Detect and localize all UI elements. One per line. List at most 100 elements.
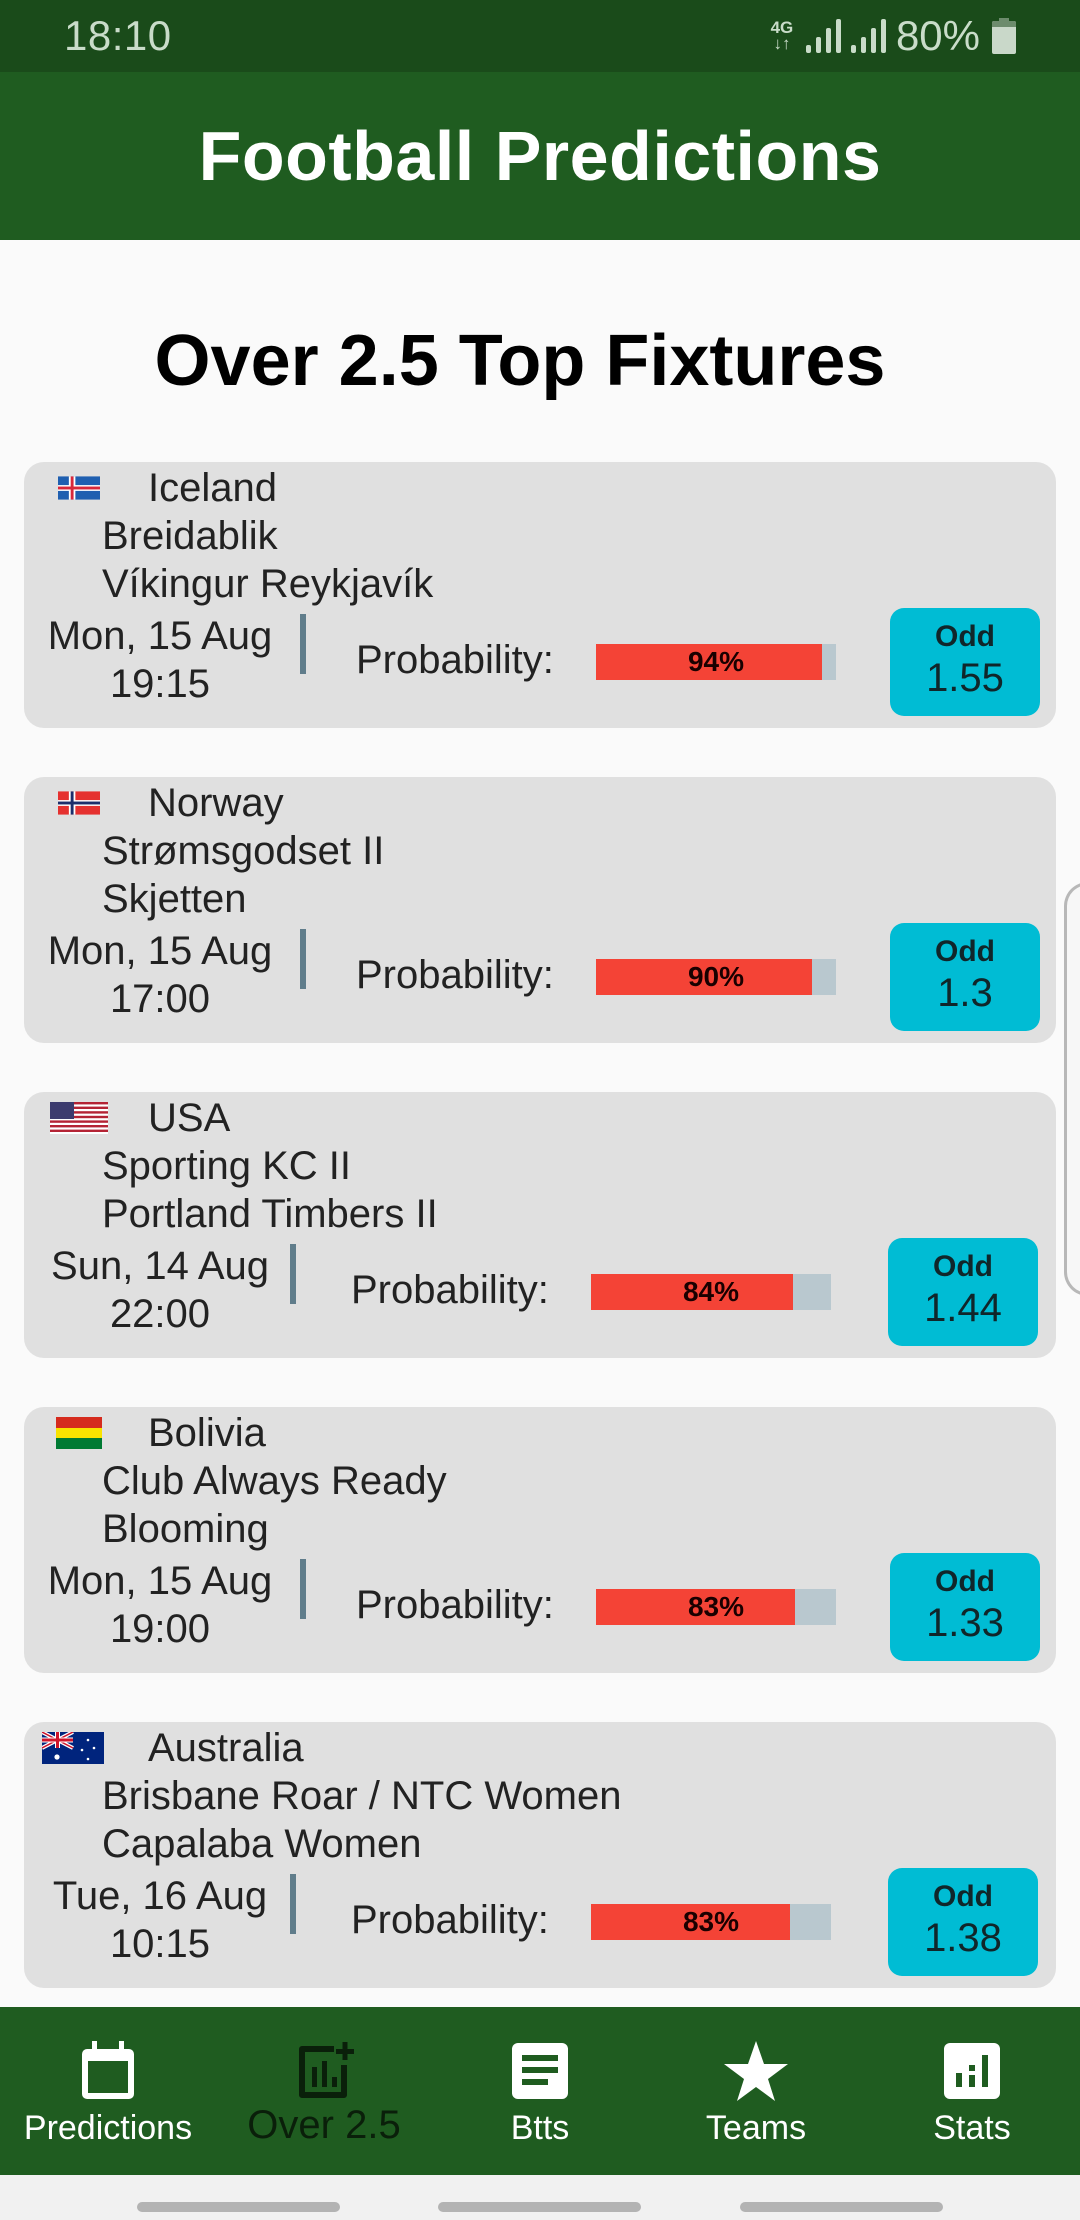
- probability-label: Probability:: [351, 1898, 549, 1942]
- signal-icon: [850, 19, 886, 53]
- fixture-time: 17:00: [109, 977, 211, 1021]
- vertical-divider: [300, 1559, 306, 1619]
- nav-label: Teams: [705, 2109, 807, 2147]
- fixture-country: Australia: [148, 1726, 304, 1770]
- probability-bar: 94%: [596, 644, 836, 680]
- odd-value: 1.55: [926, 656, 1004, 700]
- odd-value: 1.44: [924, 1286, 1002, 1330]
- status-bar: 18:10 4G ↓↑ 80%: [0, 0, 1080, 72]
- fixture-date: Sun, 14 Aug: [51, 1244, 269, 1288]
- fixture-card[interactable]: USA Sporting KC II Portland Timbers II Sun,…: [24, 1092, 1056, 1358]
- usa-flag: [50, 1102, 108, 1134]
- home-team: Breidablik: [102, 514, 278, 558]
- vertical-divider: [300, 614, 306, 674]
- probability-bar: 83%: [596, 1589, 836, 1625]
- vertical-divider: [290, 1874, 296, 1934]
- fixture-time: 22:00: [109, 1292, 211, 1336]
- fixture-card[interactable]: Iceland Breidablik Víkingur Reykjavík Mon, …: [24, 462, 1056, 728]
- odd-box[interactable]: Odd 1.3: [890, 923, 1040, 1031]
- probability-label: Probability:: [356, 638, 554, 682]
- fixture-datetime: Mon, 15 Aug 17:00: [40, 927, 280, 1023]
- battery-icon: [992, 18, 1016, 54]
- fixture-country: Iceland: [148, 466, 277, 510]
- probability-value: 83%: [682, 1906, 740, 1937]
- australia-flag: [42, 1732, 108, 1764]
- fixture-datetime: Tue, 16 Aug 10:15: [40, 1872, 280, 1968]
- bar-chart-icon: [944, 2043, 1000, 2099]
- probability-bar: 83%: [591, 1904, 831, 1940]
- nav-label: Btts: [510, 2109, 570, 2147]
- nav-item-teams[interactable]: Teams: [648, 2007, 864, 2175]
- nav-label: Over 2.5: [247, 2103, 401, 2147]
- app-title: Football Predictions: [198, 117, 882, 195]
- odd-label: Odd: [935, 1565, 995, 1598]
- page-heading: Over 2.5 Top Fixtures: [154, 321, 886, 401]
- probability-label: Probability:: [356, 1583, 554, 1627]
- odd-label: Odd: [935, 935, 995, 968]
- fixture-date: Tue, 16 Aug: [52, 1874, 268, 1918]
- star-icon: [724, 2041, 788, 2101]
- fixture-card[interactable]: Australia Brisbane Roar / NTC Women Capala…: [24, 1722, 1056, 1988]
- probability-label: Probability:: [356, 953, 554, 997]
- network-4g-icon: 4G ↓↑: [768, 19, 796, 53]
- fixture-country: USA: [148, 1096, 231, 1140]
- fixture-time: 19:15: [109, 662, 211, 706]
- nav-item-btts[interactable]: Btts: [432, 2007, 648, 2175]
- fixture-datetime: Sun, 14 Aug 22:00: [40, 1242, 280, 1338]
- nav-item-over-2-5[interactable]: Over 2.5: [216, 2007, 432, 2175]
- fixture-time: 10:15: [109, 1922, 211, 1966]
- probability-value: 94%: [687, 646, 745, 677]
- nav-item-stats[interactable]: Stats: [864, 2007, 1080, 2175]
- away-team: Blooming: [102, 1507, 269, 1551]
- odd-value: 1.38: [924, 1916, 1002, 1960]
- probability-bar: 90%: [596, 959, 836, 995]
- status-time: 18:10: [64, 12, 172, 59]
- odd-label: Odd: [935, 620, 995, 653]
- home-team: Club Always Ready: [102, 1459, 447, 1503]
- nav-item-predictions[interactable]: Predictions: [0, 2007, 216, 2175]
- odd-box[interactable]: Odd 1.55: [890, 608, 1040, 716]
- system-back-button[interactable]: [740, 2202, 943, 2212]
- status-icons: 4G ↓↑ 80%: [768, 12, 1016, 59]
- calendar-icon: [82, 2041, 134, 2099]
- chart-add-icon: [299, 2042, 354, 2098]
- probability-bar: 84%: [591, 1274, 831, 1310]
- battery-percent: 80%: [895, 12, 980, 59]
- odd-label: Odd: [933, 1250, 993, 1283]
- system-recents-button[interactable]: [137, 2202, 340, 2212]
- vertical-divider: [290, 1244, 296, 1304]
- odd-box[interactable]: Odd 1.38: [888, 1868, 1038, 1976]
- data-arrows-icon: ↓↑: [773, 34, 791, 53]
- odd-box[interactable]: Odd 1.33: [890, 1553, 1040, 1661]
- probability-value: 84%: [682, 1276, 740, 1307]
- list-icon: [512, 2043, 568, 2099]
- scroll-handle[interactable]: [1064, 882, 1080, 1296]
- fixture-date: Mon, 15 Aug: [47, 614, 273, 658]
- fixture-country: Norway: [148, 781, 284, 825]
- fixture-card[interactable]: Norway Strømsgodset II Skjetten Mon, 15 Aug…: [24, 777, 1056, 1043]
- home-team: Brisbane Roar / NTC Women: [102, 1774, 622, 1818]
- bolivia-flag: [50, 1417, 108, 1449]
- away-team: Víkingur Reykjavík: [102, 562, 434, 606]
- fixture-datetime: Mon, 15 Aug 19:15: [40, 612, 280, 708]
- norway-flag: [50, 787, 108, 819]
- app-bar: Football Predictions: [0, 72, 1080, 240]
- away-team: Skjetten: [102, 877, 247, 921]
- odd-value: 1.33: [926, 1601, 1004, 1645]
- home-team: Sporting KC II: [102, 1144, 352, 1188]
- nav-label: Predictions: [23, 2109, 193, 2147]
- system-home-button[interactable]: [438, 2202, 641, 2212]
- odd-value: 1.3: [937, 971, 993, 1015]
- nav-label: Stats: [933, 2109, 1011, 2147]
- signal-icon: [805, 19, 841, 53]
- fixture-datetime: Mon, 15 Aug 19:00: [40, 1557, 280, 1653]
- odd-label: Odd: [933, 1880, 993, 1913]
- fixture-country: Bolivia: [148, 1411, 266, 1455]
- probability-label: Probability:: [351, 1268, 549, 1312]
- odd-box[interactable]: Odd 1.44: [888, 1238, 1038, 1346]
- vertical-divider: [300, 929, 306, 989]
- away-team: Portland Timbers II: [102, 1192, 438, 1236]
- fixture-card[interactable]: Bolivia Club Always Ready Blooming Mon, 15 …: [24, 1407, 1056, 1673]
- away-team: Capalaba Women: [102, 1822, 422, 1866]
- probability-value: 83%: [687, 1591, 745, 1622]
